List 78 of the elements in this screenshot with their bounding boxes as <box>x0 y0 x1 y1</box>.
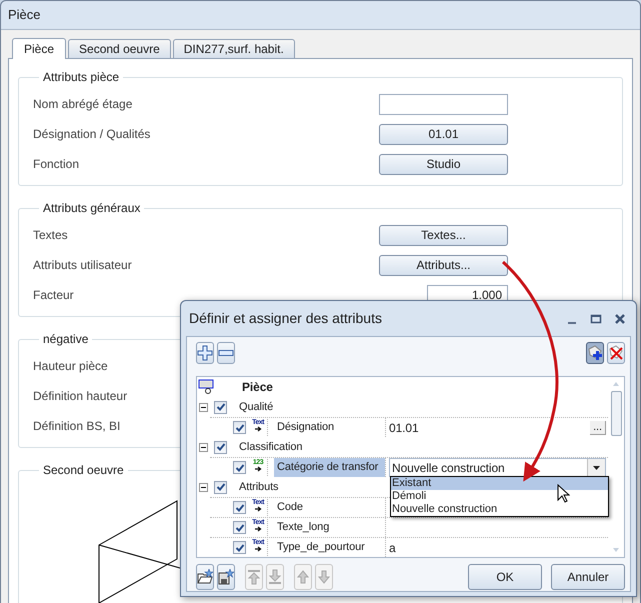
arrow-down-bar-icon <box>267 569 283 585</box>
expander-button[interactable] <box>199 482 208 492</box>
plus-icon <box>197 345 213 361</box>
close-button[interactable] <box>612 312 628 326</box>
checkbox[interactable] <box>233 541 246 554</box>
tree-group-label: Attributs <box>239 480 278 495</box>
window-title: Pièce <box>8 6 41 24</box>
attribute-name[interactable]: Désignation <box>274 418 385 437</box>
checkbox[interactable] <box>233 521 246 534</box>
maximize-icon <box>590 312 602 324</box>
group-title: Attributs généraux <box>42 200 142 217</box>
dialog-title: Définir et assigner des attributs <box>189 309 383 328</box>
close-icon <box>614 312 626 324</box>
mouse-cursor-icon <box>557 484 570 503</box>
field-label: Textes <box>33 227 68 244</box>
tag-cross-icon <box>608 345 624 361</box>
dialog-button[interactable]: Annuler <box>551 564 625 590</box>
attribute-name[interactable]: Texte_long <box>274 518 385 537</box>
attribute-value: 01.01 <box>389 420 420 436</box>
tab[interactable]: Pièce <box>12 38 66 59</box>
field-label: Désignation / Qualités <box>33 126 150 143</box>
scroll-up-icon <box>612 381 620 387</box>
value-button[interactable]: Attributs... <box>379 254 508 276</box>
checkbox[interactable] <box>233 461 246 474</box>
tree-group-label: Qualité <box>239 400 274 415</box>
value-button[interactable]: Studio <box>379 154 508 174</box>
field-label: Nom abrégé étage <box>33 96 132 113</box>
dropdown-option[interactable]: Démoli <box>391 490 608 503</box>
scroll-down-icon <box>612 547 620 553</box>
plus-button[interactable] <box>196 342 214 364</box>
check-icon <box>216 402 226 412</box>
checkbox[interactable] <box>214 480 227 494</box>
field-label: Facteur <box>33 287 74 304</box>
checkbox[interactable] <box>214 440 227 454</box>
field-label: Attributs utilisateur <box>33 257 132 274</box>
expander-button[interactable] <box>199 402 208 412</box>
arrow-up-icon <box>295 569 311 585</box>
tag-cross-button[interactable] <box>607 342 625 364</box>
minus-button[interactable] <box>217 342 235 364</box>
field-label: Définition hauteur <box>33 388 128 405</box>
field-label: Définition BS, BI <box>33 418 120 435</box>
combo-box[interactable]: Nouvelle construction <box>389 458 606 477</box>
tree-root: Pièce <box>242 379 273 396</box>
dropdown-option[interactable]: Nouvelle construction <box>391 503 608 516</box>
attribute-name[interactable]: Type_de_pourtour <box>274 538 385 557</box>
group-title: négative <box>42 331 90 348</box>
tag-plus-icon <box>587 345 603 361</box>
tag-icon <box>198 379 214 395</box>
tag-plus-button[interactable] <box>586 342 604 364</box>
tree-group-label: Classification <box>239 440 302 455</box>
text-field[interactable] <box>379 94 508 114</box>
dropdown-option[interactable]: Existant <box>391 477 608 490</box>
scrollbar-thumb[interactable] <box>610 391 622 436</box>
attribute-value: a <box>389 540 397 556</box>
browse-button[interactable]: ... <box>590 420 606 434</box>
checkbox[interactable] <box>233 501 246 514</box>
attribute-name[interactable]: Code <box>274 498 385 517</box>
attribute-name[interactable]: Catégorie de transfor <box>274 458 385 477</box>
arrow-up-bar-icon <box>246 569 262 585</box>
checkbox[interactable] <box>233 421 246 434</box>
group-title: Attributs pièce <box>42 69 120 86</box>
group-title: Second oeuvre <box>42 462 125 479</box>
value-button[interactable]: 01.01 <box>379 124 508 144</box>
disk-star-button[interactable] <box>217 564 235 590</box>
field-label: Hauteur pièce <box>33 358 108 375</box>
value-button[interactable]: Textes... <box>379 224 508 246</box>
dialog-button[interactable]: OK <box>468 564 542 590</box>
field-label: Fonction <box>33 156 80 173</box>
expander-button[interactable] <box>199 442 208 452</box>
folder-star-icon <box>197 569 213 585</box>
folder-star-button[interactable] <box>196 564 214 590</box>
arrow-down-icon <box>316 569 332 585</box>
tab[interactable]: Second oeuvre <box>68 39 171 58</box>
tab[interactable]: DIN277,surf. habit. <box>172 39 295 58</box>
disk-star-icon <box>218 569 234 585</box>
checkbox[interactable] <box>214 400 227 414</box>
minimize-icon <box>568 322 576 324</box>
caret-icon <box>593 466 600 470</box>
